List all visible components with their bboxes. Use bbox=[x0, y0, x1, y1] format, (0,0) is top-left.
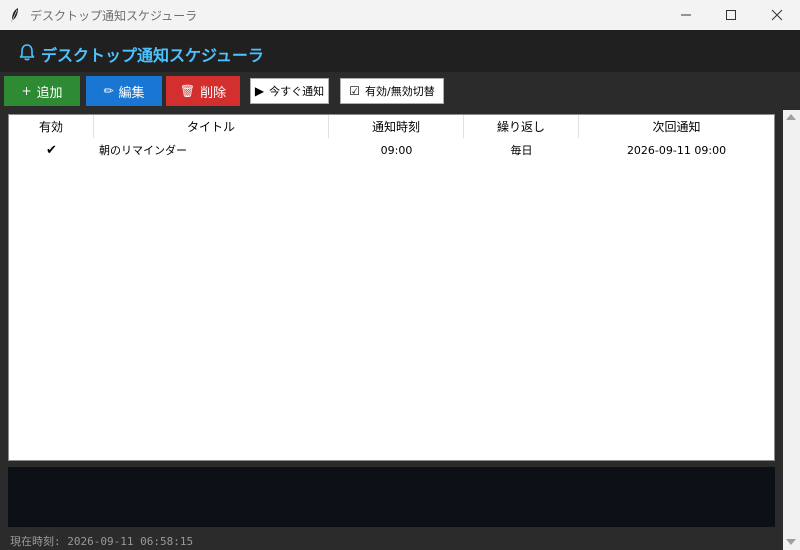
maximize-button[interactable] bbox=[708, 0, 754, 30]
scroll-down-icon[interactable] bbox=[786, 539, 796, 545]
enabled-check: ✔ bbox=[46, 142, 57, 158]
plus-icon: + bbox=[21, 84, 32, 98]
trash-icon: 🗑 bbox=[179, 84, 196, 98]
delete-button-label: 削除 bbox=[200, 85, 227, 101]
vertical-scrollbar[interactable] bbox=[783, 110, 800, 550]
delete-button[interactable]: 🗑 削除 bbox=[166, 76, 240, 106]
scroll-up-icon[interactable] bbox=[786, 114, 796, 120]
column-header-enabled[interactable]: 有効 bbox=[9, 115, 94, 138]
row-title: 朝のリマインダー bbox=[99, 144, 187, 157]
log-panel[interactable] bbox=[8, 467, 775, 527]
column-header-repeat[interactable]: 繰り返し bbox=[464, 115, 579, 138]
status-clock: 現在時刻: 2026-09-11 06:58:15 bbox=[10, 535, 194, 548]
add-button-label: 追加 bbox=[36, 85, 63, 101]
pencil-icon: ✏ bbox=[103, 84, 114, 98]
feather-icon bbox=[11, 8, 18, 22]
minimize-icon bbox=[681, 14, 691, 16]
add-button[interactable]: + 追加 bbox=[4, 76, 80, 106]
play-icon: ▶ bbox=[254, 84, 265, 98]
window-titlebar: デスクトップ通知スケジューラ bbox=[0, 0, 800, 30]
app-title: デスクトップ通知スケジューラ bbox=[41, 46, 264, 65]
row-time: 09:00 bbox=[380, 143, 413, 157]
minimize-button[interactable] bbox=[663, 0, 709, 30]
bell-icon bbox=[19, 44, 35, 61]
column-header-next[interactable]: 次回通知 bbox=[579, 115, 774, 138]
column-header-title[interactable]: タイトル bbox=[94, 115, 329, 138]
notify-now-button-label: 今すぐ通知 bbox=[269, 85, 325, 98]
row-repeat: 毎日 bbox=[510, 144, 533, 157]
notify-now-button[interactable]: ▶ 今すぐ通知 bbox=[250, 78, 329, 104]
toggle-enabled-button[interactable]: ☑ 有効/無効切替 bbox=[340, 78, 444, 104]
edit-button[interactable]: ✏ 編集 bbox=[86, 76, 162, 106]
window-title: デスクトップ通知スケジューラ bbox=[30, 9, 198, 23]
row-next: 2026-09-11 09:00 bbox=[626, 143, 727, 157]
close-button[interactable] bbox=[754, 0, 800, 30]
schedule-table[interactable]: 有効 タイトル 通知時刻 繰り返し 次回通知 ✔ 朝のリマインダー 09:00 … bbox=[8, 114, 775, 461]
column-header-time[interactable]: 通知時刻 bbox=[329, 115, 464, 138]
edit-button-label: 編集 bbox=[118, 85, 145, 101]
toggle-enabled-button-label: 有効/無効切替 bbox=[365, 85, 435, 98]
close-icon bbox=[771, 9, 783, 21]
maximize-icon bbox=[726, 10, 736, 20]
checkbox-icon: ☑ bbox=[349, 84, 361, 98]
